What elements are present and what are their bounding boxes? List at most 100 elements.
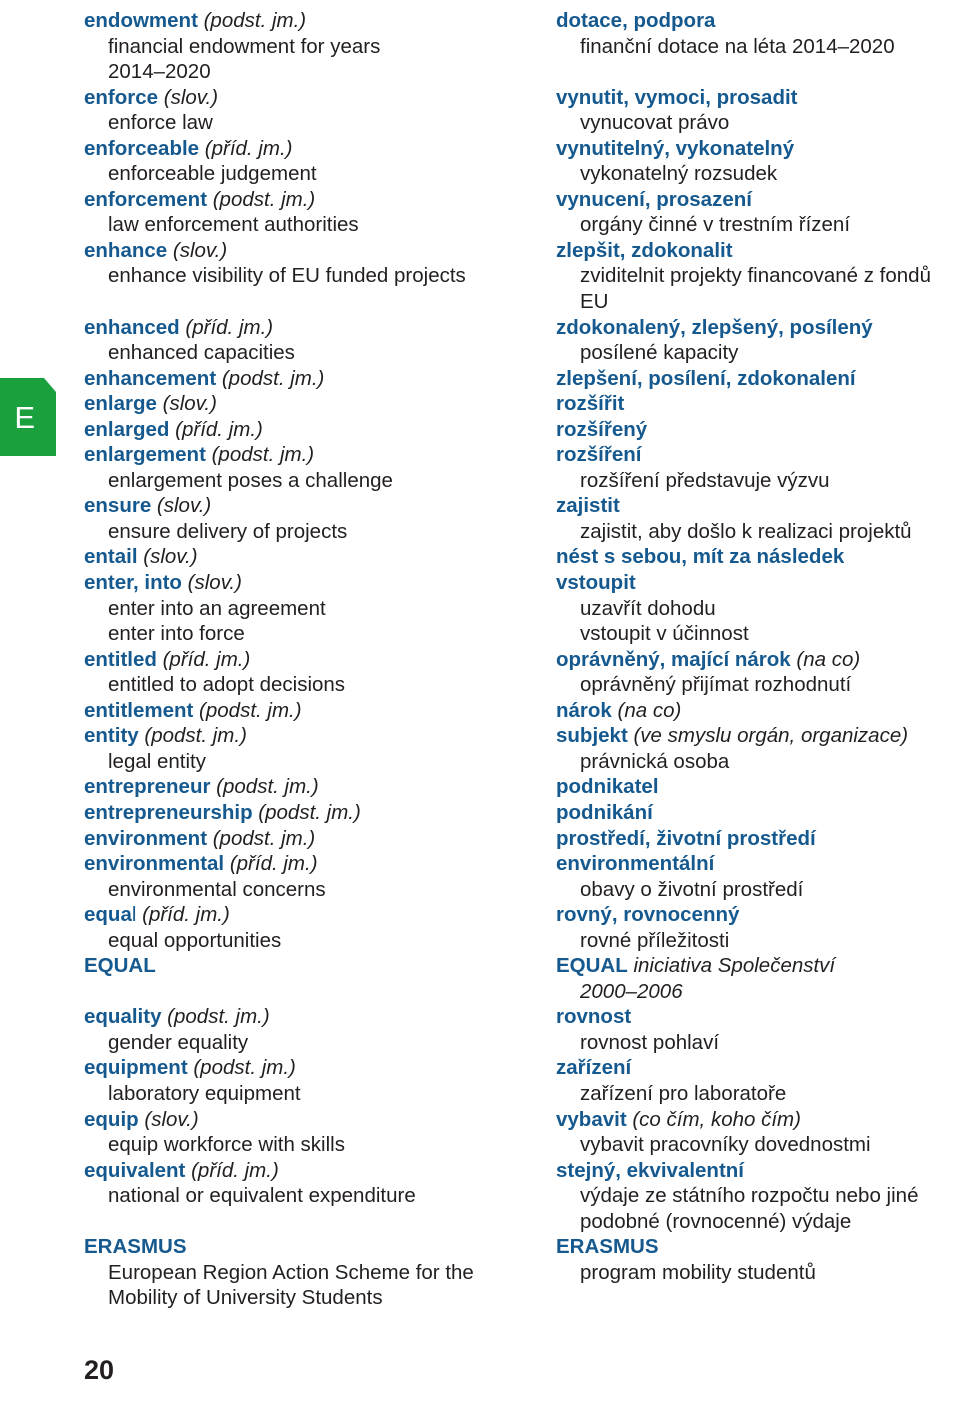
czech-entry-example: výdaje ze státního rozpočtu nebo jiné [556,1183,956,1209]
czech-entry-example: uzavřít dohodu [556,596,956,622]
english-spacer [84,1209,516,1235]
czech-entry-example: zajistit, aby došlo k realizaci projektů [556,519,956,545]
example-text: enter into an agreement [108,596,326,620]
part-of-speech: (příd. jm.) [156,647,251,671]
czech-entry-headword: rovný, rovnocenný [556,902,956,928]
english-entry-headword: entrepreneurship (podst. jm.) [84,800,516,826]
headword: entail [84,545,138,569]
part-of-speech: (podst. jm.) [216,366,325,390]
headword: entitlement [84,698,194,722]
english-entry-headword: environmental (příd. jm.) [84,851,516,877]
headword: equip [84,1107,139,1131]
example-text: podobné (rovnocenné) výdaje [580,1209,852,1233]
headword: entity [84,724,139,748]
headword: prostředí, životní prostředí [556,826,816,850]
part-of-speech: (slov.) [156,392,217,416]
headword: podnikatel [556,775,659,799]
part-of-speech: (podst. jm.) [207,187,316,211]
czech-entry-example: finanční dotace na léta 2014–2020 [556,34,956,60]
example-text: finanční dotace na léta 2014–2020 [580,34,895,58]
english-entry-headword: enter, into (slov.) [84,570,516,596]
example-text: oprávněný přijímat rozhodnutí [580,673,852,697]
example-text: enlargement poses a challenge [108,468,393,492]
headword: ensure [84,494,152,518]
example-text: právnická osoba [580,749,730,773]
czech-entry-headword: subjekt (ve smyslu orgán, organizace) [556,723,956,749]
example-text: uzavřít dohodu [580,596,716,620]
headword: equipment [84,1056,188,1080]
headword: subjekt [556,724,628,748]
headword: nést s sebou, mít za následek [556,545,845,569]
headword: vybavit [556,1107,627,1131]
english-entry-example: enhanced capacities [84,340,516,366]
czech-entry-headword: oprávněný, mající nárok (na co) [556,647,956,673]
english-entry-example: enforceable judgement [84,161,516,187]
english-entry-continuation: Mobility of University Students [84,1285,516,1311]
example-text: Mobility of University Students [108,1286,383,1310]
czech-entry-example: rovné příležitosti [556,928,956,954]
part-of-speech: (podst. jm.) [207,826,316,850]
czech-entry-headword: rozšířený [556,417,956,443]
example-text: enforceable judgement [108,162,317,186]
part-of-speech: (slov.) [158,85,219,109]
example-text: law enforcement authorities [108,213,359,237]
headword: entrepreneur [84,775,211,799]
example-text: enhance visibility of EU funded projects [108,264,466,288]
example-text: výdaje ze státního rozpočtu nebo jiné [580,1184,919,1208]
headword: enhanced [84,315,180,339]
example-text: zviditelnit projekty financované z fondů [580,264,931,288]
example-text: vstoupit v účinnost [580,622,749,646]
czech-entry-example: oprávněný přijímat rozhodnutí [556,672,956,698]
headword: podnikání [556,800,653,824]
english-entry-example: equip workforce with skills [84,1132,516,1158]
czech-entry-headword: vybavit (co čím, koho čím) [556,1107,956,1133]
headword: vstoupit [556,571,636,595]
czech-entry-example: vstoupit v účinnost [556,621,956,647]
example-text: equal opportunities [108,928,282,952]
czech-entry-headword: dotace, podpora [556,8,956,34]
headword: vynutitelný, vykonatelný [556,136,795,160]
czech-entry-continuation: 2000–2006 [556,979,956,1005]
english-entry-headword: equality (podst. jm.) [84,1004,516,1030]
czech-entry-headword: zdokonalený, zlepšený, posílený [556,315,956,341]
example-text: ensure delivery of projects [108,519,348,543]
example-text: national or equivalent expenditure [108,1184,416,1208]
headword: equa [84,903,132,927]
czech-entry-continuation: podobné (rovnocenné) výdaje [556,1209,956,1235]
headword: entrepreneurship [84,800,253,824]
czech-entry-headword: podnikatel [556,774,956,800]
headword: rozšíření [556,443,642,467]
dictionary-page: E endowment (podst. jm.) financial endowm… [0,0,960,1413]
part-of-speech: (slov.) [167,238,228,262]
czech-entry-example: orgány činné v trestním řízení [556,212,956,238]
english-entry-example: financial endowment for years [84,34,516,60]
czech-entry-headword: rozšíření [556,442,956,468]
czech-entry-headword: ERASMUS [556,1234,956,1260]
english-entry-headword: enforceable (příd. jm.) [84,136,516,162]
english-entry-example: enter into force [84,621,516,647]
part-of-speech: (slov.) [151,494,212,518]
example-text: zajistit, aby došlo k realizaci projektů [580,519,912,543]
example-text: European Region Action Scheme for the [108,1260,474,1284]
part-of-speech: (ve smyslu orgán, organizace) [627,724,909,748]
part-of-speech: iniciativa Společenství [627,954,836,978]
czech-entry-example: obavy o životní prostředí [556,877,956,903]
part-of-speech: (podst. jm.) [197,9,307,32]
english-entry-example: legal entity [84,749,516,775]
example-text: obavy o životní prostředí [580,877,804,901]
english-entry-headword: enhance (slov.) [84,238,516,264]
english-column: endowment (podst. jm.) financial endowmen… [84,8,516,1311]
czech-entry-headword: rovnost [556,1004,956,1030]
english-entry-example: law enforcement authorities [84,212,516,238]
headword: enlarge [84,392,157,416]
english-entry-example: environmental concerns [84,877,516,903]
part-of-speech: (podst. jm.) [138,724,247,748]
english-entry-example: enhance visibility of EU funded projects [84,263,516,289]
headword: zařízení [556,1056,632,1080]
headword: environmentální [556,852,715,876]
part-of-speech: (slov.) [181,571,242,595]
czech-entry-headword: podnikání [556,800,956,826]
czech-entry-headword: vynutitelný, vykonatelný [556,136,956,162]
headword: entitled [84,647,157,671]
czech-entry-headword: zlepšit, zdokonalit [556,238,956,264]
